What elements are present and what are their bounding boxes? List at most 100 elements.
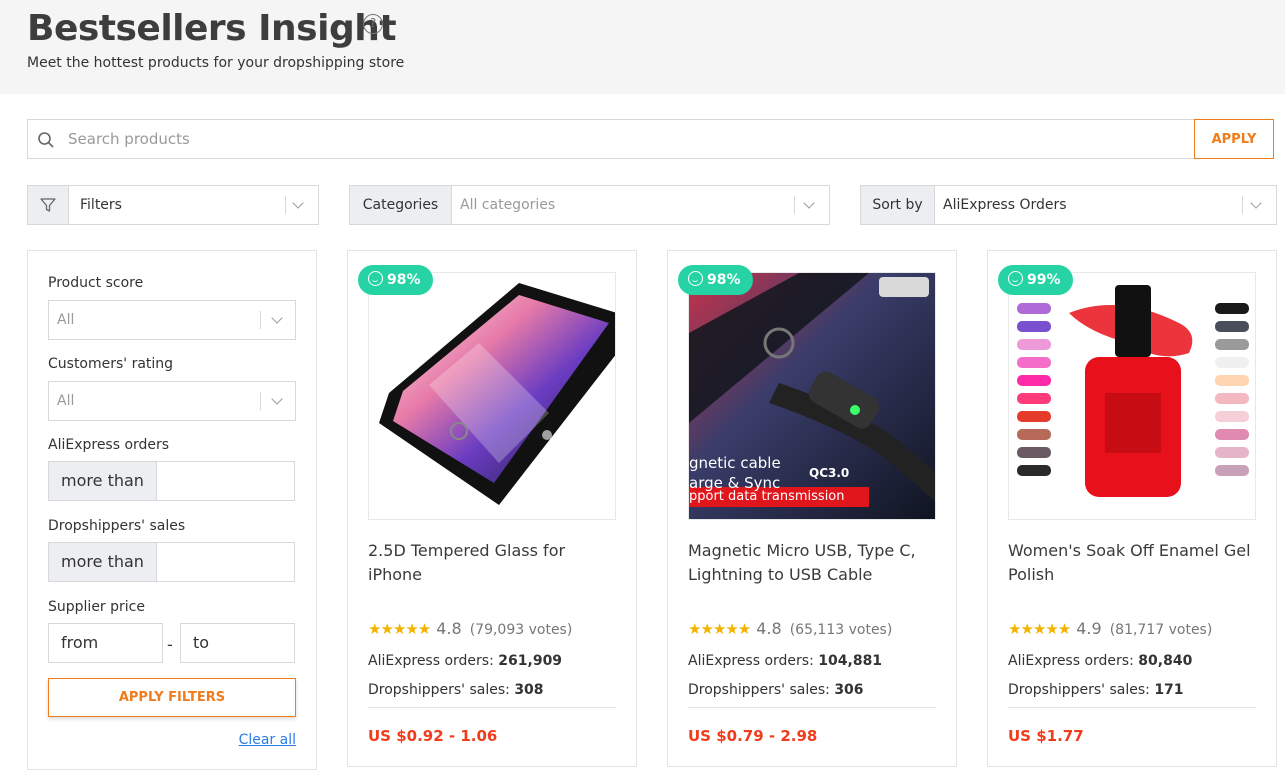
price-to-placeholder: to [193,633,210,652]
product-name[interactable]: Women's Soak Off Enamel Gel Polish [1008,539,1258,587]
card-divider [1008,707,1256,708]
qc-label: QC3.0 [809,466,850,480]
score-badge: 99% [998,265,1073,295]
orders-stat-value: 104,881 [818,653,883,669]
phone-glass-image [369,273,615,519]
orders-input-group: more than [48,461,295,501]
orders-input[interactable] [158,462,294,500]
product-card[interactable]: 98% 2.5D Tempered Glass for iPhone ★★★★★… [347,250,637,767]
sales-stat: Dropshippers' sales: 306 [688,682,864,698]
chevron-down-icon [271,393,283,405]
search-input[interactable] [68,120,1188,158]
price-to-input[interactable]: to [180,623,295,663]
page-title: Bestsellers Insight [27,8,397,49]
sort-dropdown[interactable]: Sort by AliExpress Orders [860,185,1277,225]
star-rating-icon: ★★★★★ [688,620,751,638]
smiley-icon [688,271,703,286]
product-image[interactable] [1008,272,1256,520]
product-price: US $0.79 - 2.98 [688,727,818,745]
apply-search-button[interactable]: APPLY [1194,119,1274,159]
score-value: 99% [1027,272,1061,288]
sort-value: AliExpress Orders [943,197,1067,213]
orders-stat-value: 261,909 [498,653,563,669]
sales-stat: Dropshippers' sales: 171 [1008,682,1184,698]
votes-count: (81,717 votes) [1109,622,1213,638]
product-price: US $0.92 - 1.06 [368,727,498,745]
orders-stat-label: AliExpress orders: [688,653,814,669]
clear-all-link[interactable]: Clear all [239,732,296,748]
page-header: Bestsellers Insight ? Meet the hottest p… [0,0,1285,94]
orders-prefix: more than [49,462,157,500]
price-from-placeholder: from [61,633,99,652]
filters-dropdown[interactable]: Filters [27,185,319,225]
chevron-down-icon [803,197,815,209]
card-divider [688,707,936,708]
rating-value: All [57,393,75,409]
apply-filters-button[interactable]: APPLY FILTERS [48,678,296,717]
sales-stat-label: Dropshippers' sales: [688,682,830,698]
rating-select[interactable]: All [48,381,296,421]
price-label: Supplier price [48,599,145,615]
smiley-icon [1008,271,1023,286]
dropdown-separator [1242,196,1243,214]
dropdown-separator [260,392,261,410]
filter-panel: Product score All Customers' rating All … [27,250,317,770]
price-range-dash: - [167,635,173,654]
score-value: 98% [387,272,421,288]
rating-value: 4.9 [1076,619,1102,638]
orders-label: AliExpress orders [48,437,170,453]
rating-value: 4.8 [756,619,782,638]
filters-label: Filters [80,197,122,213]
card-divider [368,707,616,708]
orders-stat-label: AliExpress orders: [368,653,494,669]
sales-label: Dropshippers' sales [48,518,186,534]
score-value: 98% [707,272,741,288]
filter-icon-box [28,186,69,224]
sales-stat: Dropshippers' sales: 308 [368,682,544,698]
page-subtitle: Meet the hottest products for your drops… [27,55,405,71]
rating-row: ★★★★★ 4.8 (79,093 votes) [368,619,572,639]
product-image[interactable]: gnetic cable arge & Sync QC3.0 pport dat… [688,272,936,520]
dropdown-separator [285,196,286,214]
sales-stat-value: 306 [834,682,864,698]
product-image[interactable] [368,272,616,520]
rating-label: Customers' rating [48,356,174,372]
orders-stat: AliExpress orders: 261,909 [368,653,562,669]
funnel-icon [40,198,56,212]
chevron-down-icon [292,197,304,209]
chevron-down-icon [271,312,283,324]
score-badge: 98% [358,265,433,295]
orders-stat-label: AliExpress orders: [1008,653,1134,669]
dropdown-separator [794,196,795,214]
votes-count: (65,113 votes) [789,622,893,638]
dropdown-separator [260,311,261,329]
sales-stat-label: Dropshippers' sales: [368,682,510,698]
orders-stat-value: 80,840 [1138,653,1193,669]
sales-input[interactable] [158,543,294,581]
star-rating-icon: ★★★★★ [1008,620,1071,638]
image-text-line: gnetic cable [689,454,781,472]
orders-stat: AliExpress orders: 80,840 [1008,653,1192,669]
votes-count: (79,093 votes) [469,622,573,638]
product-name[interactable]: 2.5D Tempered Glass for iPhone [368,539,618,587]
score-badge: 98% [678,265,753,295]
image-banner-text: pport data transmission [689,489,845,504]
product-price: US $1.77 [1008,727,1084,745]
product-score-value: All [57,312,75,328]
product-score-label: Product score [48,275,144,291]
product-score-select[interactable]: All [48,300,296,340]
help-icon[interactable]: ? [363,14,383,34]
image-caption: gnetic cable arge & Sync [689,453,781,493]
product-card[interactable]: 99% Women's Soak Off Enamel Gel Polish ★… [987,250,1277,767]
sort-label: Sort by [861,186,935,224]
sales-prefix: more than [49,543,157,581]
rating-value: 4.8 [436,619,462,638]
categories-dropdown[interactable]: Categories All categories [349,185,830,225]
product-card[interactable]: 98% gnetic cable arge & Sync QC3.0 pport… [667,250,957,767]
search-bar [27,119,1195,159]
price-from-input[interactable]: from [48,623,163,663]
categories-label: Categories [350,186,452,224]
smiley-icon [368,271,383,286]
product-name[interactable]: Magnetic Micro USB, Type C, Lightning to… [688,539,938,587]
nail-polish-image [1009,273,1255,519]
